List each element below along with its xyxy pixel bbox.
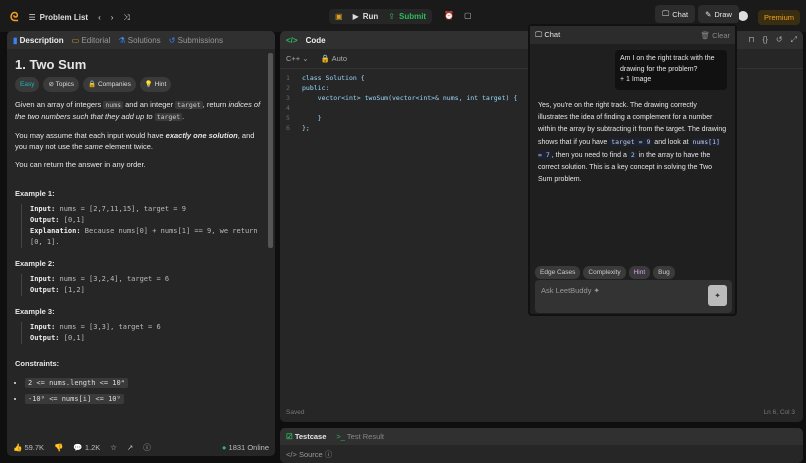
history-icon: ↺ xyxy=(168,35,176,45)
example-title: Example 2: xyxy=(15,259,55,268)
description-text: You may assume that each input would hav… xyxy=(15,131,255,151)
dislike-icon[interactable]: 👎 xyxy=(54,443,63,452)
play-icon: ▶ xyxy=(352,12,359,21)
description-text: Given an array of integers nums and an i… xyxy=(15,100,261,121)
alarm-icon[interactable]: ⏰ xyxy=(444,11,454,20)
line-number: 6 xyxy=(286,124,290,132)
next-icon[interactable]: › xyxy=(111,13,114,22)
example-block: Input: nums = [3,3], target = 6 Output: … xyxy=(21,322,267,344)
star-icon[interactable]: ☆ xyxy=(110,443,117,452)
code-text: public: xyxy=(302,84,330,92)
cursor-position: Ln 6, Col 3 xyxy=(763,409,795,416)
code-text: class Solution { xyxy=(302,74,365,82)
notes-icon[interactable]: ▢ xyxy=(464,11,472,20)
line-number: 4 xyxy=(286,104,290,112)
braces-icon[interactable]: {} xyxy=(763,35,768,45)
scrollbar[interactable] xyxy=(268,53,273,248)
assistant-message: Yes, you're on the right track. The draw… xyxy=(538,101,727,183)
upload-cloud-icon: ⇪ xyxy=(388,12,395,21)
submit-button[interactable]: ⇪ Submit xyxy=(388,12,426,21)
chip-bug[interactable]: Bug xyxy=(653,266,675,279)
clear-button[interactable]: 🗑 Clear xyxy=(700,31,730,40)
tab-description[interactable]: ▮ Description xyxy=(13,36,64,45)
code-icon: </> xyxy=(286,450,297,459)
chip-complexity[interactable]: Complexity xyxy=(583,266,626,279)
save-status: Saved xyxy=(286,409,305,416)
help-icon: ⓘ xyxy=(324,450,333,459)
help-icon[interactable]: ⓘ xyxy=(143,442,151,453)
online-count: ● 1831 Online xyxy=(221,442,269,452)
topics-button[interactable]: ⊘ Topics xyxy=(43,77,80,92)
user-message: Am I on the right track with the drawing… xyxy=(615,50,727,90)
share-icon[interactable]: ↗ xyxy=(127,443,133,452)
tab-testcase[interactable]: ☑ Testcase xyxy=(286,432,326,441)
line-number: 5 xyxy=(286,114,290,122)
constraints-title: Constraints: xyxy=(15,359,60,368)
code-icon: </> xyxy=(286,35,298,45)
example-block: Input: nums = [3,2,4], target = 6 Output… xyxy=(21,274,267,296)
chip-hint[interactable]: Hint xyxy=(628,266,651,279)
chip-edge-cases[interactable]: Edge Cases xyxy=(535,266,581,279)
code-text: } xyxy=(302,114,322,122)
like-button[interactable]: 👍 59.7K xyxy=(13,443,44,452)
language-select[interactable]: C++ ⌄ xyxy=(286,54,309,63)
bookmark-icon[interactable]: ⊓ xyxy=(748,35,754,45)
logo-icon[interactable]: ᘓ xyxy=(10,10,18,25)
page-title: 1. Two Sum xyxy=(15,57,87,72)
list-icon: ☰ xyxy=(28,13,36,22)
premium-button[interactable]: Premium xyxy=(758,10,801,25)
code-text: vector<int> twoSum(vector<int>& nums, in… xyxy=(302,94,518,102)
hint-button[interactable]: 💡 Hint xyxy=(139,77,172,92)
flask-icon: ⚗ xyxy=(118,35,126,45)
description-text: You can return the answer in any order. xyxy=(15,160,146,169)
tab-test-result[interactable]: >_ Test Result xyxy=(336,432,384,441)
testcase-panel: ☑ Testcase >_ Test Result </> Source ⓘ xyxy=(280,428,803,463)
send-button[interactable]: ✦ xyxy=(708,285,727,306)
document-icon: ▮ xyxy=(13,35,18,45)
tab-solutions[interactable]: ⚗ Solutions xyxy=(118,36,160,45)
expand-icon[interactable]: ⤢ xyxy=(791,35,797,45)
constraint: 2 <= nums.length <= 10⁴ xyxy=(25,378,128,388)
prev-icon[interactable]: ‹ xyxy=(98,13,101,22)
example-title: Example 1: xyxy=(15,189,55,198)
source-button[interactable]: </> Source ⓘ xyxy=(280,445,803,463)
chat-tab[interactable]: 🖵 Chat xyxy=(655,5,696,23)
run-button[interactable]: ▶ Run xyxy=(353,12,379,21)
auto-mode[interactable]: 🔒 Auto xyxy=(321,54,347,63)
draw-tab[interactable]: ✎ Draw xyxy=(698,5,739,23)
code-text: }; xyxy=(302,124,310,132)
shuffle-icon[interactable]: ⤨ xyxy=(123,13,129,23)
line-number: 1 xyxy=(286,74,290,82)
example-title: Example 3: xyxy=(15,307,55,316)
constraint: -10⁹ <= nums[i] <= 10⁹ xyxy=(25,394,124,404)
book-icon: ▭ xyxy=(71,35,80,45)
example-block: Input: nums = [2,7,11,15], target = 9 Ou… xyxy=(21,204,267,248)
reset-icon[interactable]: ↺ xyxy=(776,35,783,45)
chat-title: 🖵 Chat xyxy=(535,30,561,39)
description-panel: ▮ Description ▭ Editorial ⚗ Solutions ↺ … xyxy=(7,31,275,456)
terminal-icon: >_ xyxy=(336,432,345,441)
draw-icon: ✎ xyxy=(705,9,712,19)
tab-submissions[interactable]: ↺ Submissions xyxy=(169,36,223,45)
monitor-icon: 🖵 xyxy=(662,9,670,18)
chat-input[interactable]: Ask LeetBuddy ✦ ✦ xyxy=(535,280,732,313)
difficulty-badge: Easy xyxy=(15,77,40,92)
problem-list-button[interactable]: ☰ Problem List xyxy=(28,13,88,22)
chat-window: 🖵 Chat 🗑 Clear Am I on the right track w… xyxy=(528,24,737,316)
check-icon: ☑ xyxy=(286,432,293,441)
debug-icon[interactable]: ▣ xyxy=(335,12,343,21)
tab-editorial[interactable]: ▭ Editorial xyxy=(72,36,111,45)
line-number: 2 xyxy=(286,84,290,92)
line-number: 3 xyxy=(286,94,290,102)
avatar[interactable] xyxy=(738,11,748,21)
comments-button[interactable]: 💬 1.2K xyxy=(73,443,100,452)
companies-button[interactable]: 🔒 Companies xyxy=(83,77,136,92)
